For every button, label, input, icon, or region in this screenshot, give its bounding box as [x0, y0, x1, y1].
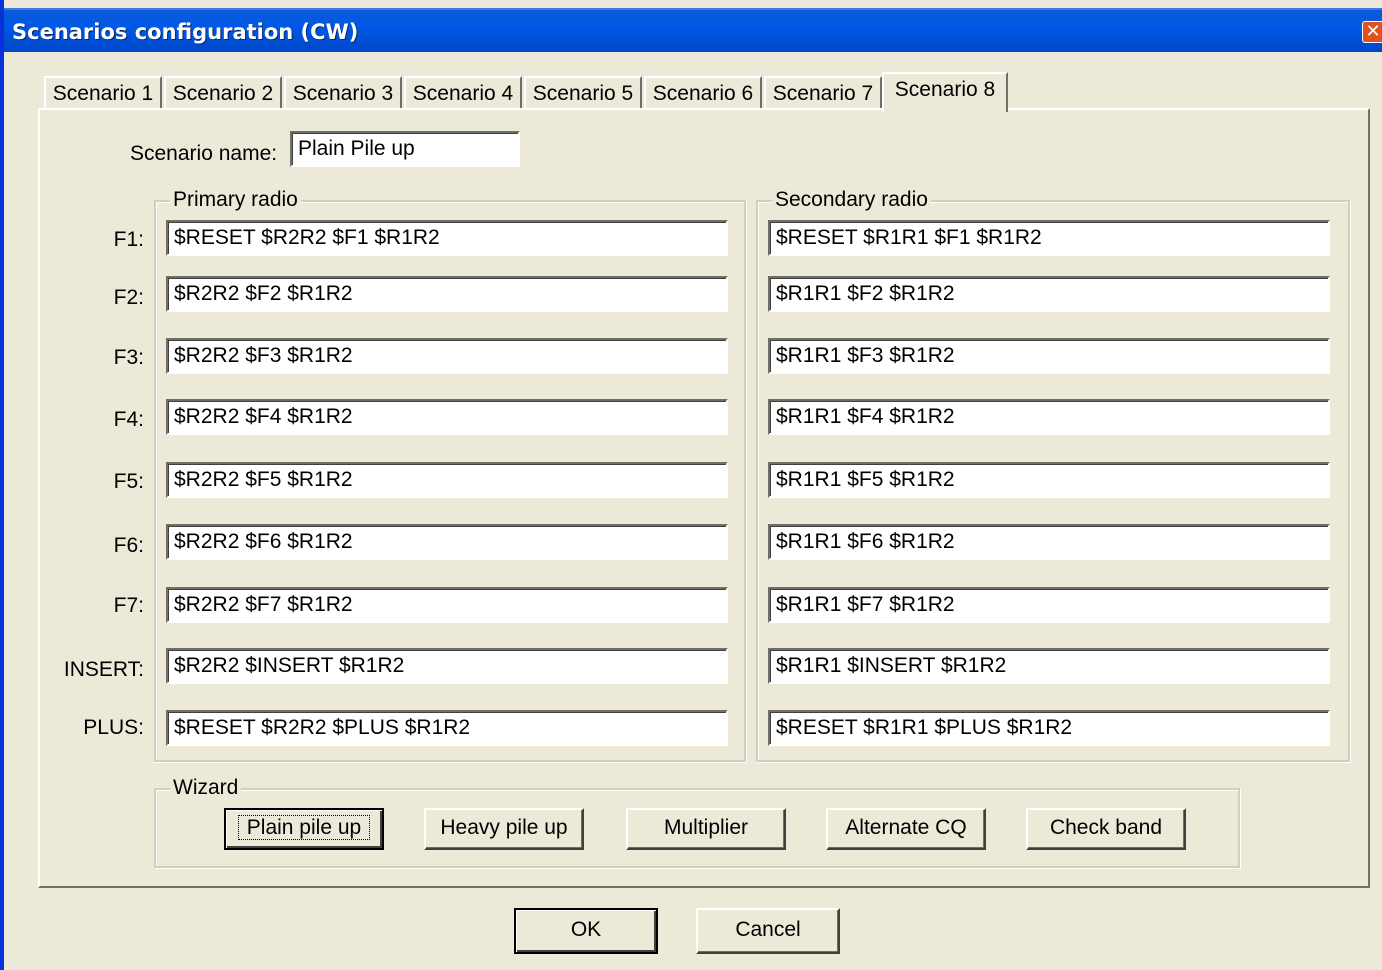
- secondary-f3-input[interactable]: $R1R1 $F3 $R1R2: [768, 338, 1330, 374]
- key-label-f1: F1:: [113, 228, 144, 251]
- heavy-pile-up-button[interactable]: Heavy pile up: [424, 808, 584, 850]
- button-label: Cancel: [735, 918, 801, 941]
- primary-plus-input[interactable]: $RESET $R2R2 $PLUS $R1R2: [166, 710, 728, 746]
- tab-label: Scenario 1: [52, 82, 154, 105]
- window-title: Scenarios configuration (CW): [12, 20, 359, 44]
- key-label-f3: F3:: [113, 346, 144, 369]
- tab-label: Scenario 2: [172, 82, 274, 105]
- primary-radio-legend: Primary radio: [170, 188, 301, 212]
- dialog-window: Scenarios configuration (CW) ✕ Scenario …: [0, 0, 1382, 970]
- tab-scenario-7[interactable]: Scenario 7: [764, 76, 882, 110]
- close-icon[interactable]: ✕: [1362, 21, 1382, 43]
- primary-f1-input[interactable]: $RESET $R2R2 $F1 $R1R2: [166, 220, 728, 256]
- scenario-name-label: Scenario name:: [130, 142, 278, 165]
- primary-f5-input[interactable]: $R2R2 $F5 $R1R2: [166, 462, 728, 498]
- tab-label: Scenario 8: [894, 78, 996, 101]
- alternate-cq-button[interactable]: Alternate CQ: [826, 808, 986, 850]
- tab-scenario-2[interactable]: Scenario 2: [164, 76, 282, 110]
- tab-scenario-5[interactable]: Scenario 5: [524, 76, 642, 110]
- tab-label: Scenario 4: [412, 82, 514, 105]
- secondary-f5-input[interactable]: $R1R1 $F5 $R1R2: [768, 462, 1330, 498]
- tab-label: Scenario 3: [292, 82, 394, 105]
- title-bar[interactable]: Scenarios configuration (CW) ✕: [4, 8, 1382, 52]
- key-label-f6: F6:: [113, 534, 144, 557]
- button-label: Alternate CQ: [845, 816, 967, 839]
- scenario-name-input[interactable]: Plain Pile up: [290, 131, 520, 167]
- multiplier-button[interactable]: Multiplier: [626, 808, 786, 850]
- secondary-f7-input[interactable]: $R1R1 $F7 $R1R2: [768, 587, 1330, 623]
- tab-scenario-8[interactable]: Scenario 8: [882, 72, 1008, 112]
- tab-label: Scenario 5: [532, 82, 634, 105]
- button-label: OK: [570, 918, 602, 941]
- key-label-f5: F5:: [113, 470, 144, 493]
- secondary-f4-input[interactable]: $R1R1 $F4 $R1R2: [768, 399, 1330, 435]
- tab-label: Scenario 7: [772, 82, 874, 105]
- secondary-f2-input[interactable]: $R1R1 $F2 $R1R2: [768, 276, 1330, 312]
- ok-button[interactable]: OK: [514, 908, 658, 954]
- button-label: Heavy pile up: [440, 816, 568, 839]
- secondary-f1-input[interactable]: $RESET $R1R1 $F1 $R1R2: [768, 220, 1330, 256]
- tab-scenario-1[interactable]: Scenario 1: [44, 76, 162, 110]
- primary-f4-input[interactable]: $R2R2 $F4 $R1R2: [166, 399, 728, 435]
- wizard-legend: Wizard: [170, 776, 242, 800]
- secondary-f6-input[interactable]: $R1R1 $F6 $R1R2: [768, 524, 1330, 560]
- primary-f7-input[interactable]: $R2R2 $F7 $R1R2: [166, 587, 728, 623]
- primary-insert-input[interactable]: $R2R2 $INSERT $R1R2: [166, 648, 728, 684]
- button-label: Multiplier: [663, 816, 749, 839]
- tab-label: Scenario 6: [652, 82, 754, 105]
- key-label-f2: F2:: [113, 286, 144, 309]
- secondary-radio-legend: Secondary radio: [772, 188, 931, 212]
- key-label-plus: PLUS:: [83, 716, 144, 739]
- primary-f2-input[interactable]: $R2R2 $F2 $R1R2: [166, 276, 728, 312]
- primary-f3-input[interactable]: $R2R2 $F3 $R1R2: [166, 338, 728, 374]
- tab-scenario-6[interactable]: Scenario 6: [644, 76, 762, 110]
- secondary-plus-input[interactable]: $RESET $R1R1 $PLUS $R1R2: [768, 710, 1330, 746]
- plain-pile-up-button[interactable]: Plain pile up: [224, 808, 384, 850]
- button-label: Check band: [1049, 816, 1163, 839]
- secondary-insert-input[interactable]: $R1R1 $INSERT $R1R2: [768, 648, 1330, 684]
- key-label-f7: F7:: [113, 594, 144, 617]
- key-label-f4: F4:: [113, 408, 144, 431]
- button-label: Plain pile up: [237, 815, 371, 840]
- tab-scenario-4[interactable]: Scenario 4: [404, 76, 522, 110]
- tab-scenario-3[interactable]: Scenario 3: [284, 76, 402, 110]
- primary-f6-input[interactable]: $R2R2 $F6 $R1R2: [166, 524, 728, 560]
- cancel-button[interactable]: Cancel: [696, 908, 840, 954]
- key-label-insert: INSERT:: [63, 658, 144, 681]
- check-band-button[interactable]: Check band: [1026, 808, 1186, 850]
